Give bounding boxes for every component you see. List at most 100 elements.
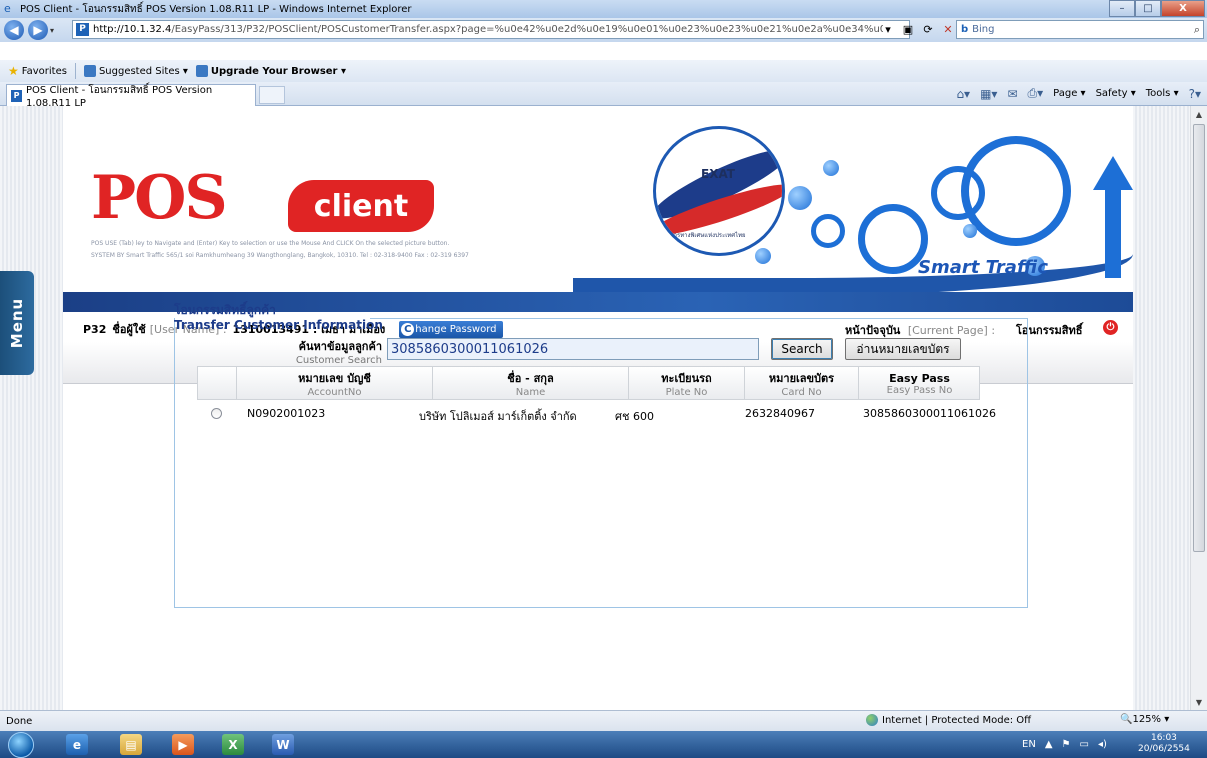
dot-decoration — [788, 186, 812, 210]
search-icon[interactable]: ⌕ — [1194, 23, 1200, 37]
arrow-up-icon — [1093, 156, 1133, 190]
read-card-button[interactable]: อ่านหมายเลขบัตร — [845, 338, 961, 360]
media-player-taskbar-icon[interactable]: ▶ — [172, 734, 194, 755]
customer-search-label: ค้นหาข้อมูลลูกค้า Customer Search — [295, 340, 382, 366]
dot-decoration — [963, 224, 977, 238]
favorites-button[interactable]: ★ Favorites — [8, 64, 67, 78]
network-icon[interactable]: ▭ — [1079, 739, 1088, 750]
start-button[interactable] — [8, 732, 34, 758]
scroll-thumb[interactable] — [1193, 124, 1205, 552]
tab-bar: P POS Client - โอนกรรมสิทธิ์ POS Version… — [0, 82, 1207, 109]
home-icon[interactable]: ⌂▾ — [956, 87, 970, 101]
column-header-plate[interactable]: ทะเบียนรถ Plate No — [628, 367, 744, 400]
column-header-easypass[interactable]: Easy Pass Easy Pass No — [858, 367, 980, 400]
window-controls: – □ X — [1109, 0, 1205, 17]
globe-icon — [866, 714, 878, 726]
folder-taskbar-icon[interactable]: ▤ — [120, 734, 142, 755]
url-text: http://10.1.32.4/EasyPass/313/P32/POSCli… — [93, 24, 883, 35]
search-button[interactable]: Search — [771, 338, 833, 360]
logout-power-icon[interactable]: ⏻ — [1103, 320, 1118, 335]
side-menu-tab[interactable]: Menu — [0, 271, 34, 375]
cell-easypass: 3085860300011061026 — [863, 407, 996, 420]
status-text: Done — [6, 715, 33, 727]
help-icon[interactable]: ?▾ — [1189, 87, 1201, 101]
system-tray: EN ▲ ⚑ ▭ ◂) — [1022, 731, 1107, 758]
dropdown-icon[interactable]: ▾ — [880, 21, 896, 37]
mail-icon[interactable]: ✉ — [1007, 87, 1017, 101]
new-tab-button[interactable] — [259, 86, 285, 104]
banner-company-info: SYSTEM BY Smart Traffic 565/1 soi Ramkhu… — [91, 252, 469, 259]
back-button[interactable]: ◀ — [4, 20, 24, 40]
vertical-scrollbar[interactable]: ▲ ▼ — [1190, 106, 1207, 710]
internet-explorer-taskbar-icon[interactable]: e — [66, 734, 88, 755]
client-logo: client — [288, 180, 434, 232]
column-header-card[interactable]: หมายเลขบัตร Card No — [744, 367, 858, 400]
maximize-button[interactable]: □ — [1135, 0, 1161, 17]
section-title: Transfer Customer Information — [174, 318, 383, 332]
cell-account: N0902001023 — [247, 407, 326, 420]
exat-logo-text: EXAT — [701, 167, 735, 181]
stop-icon[interactable]: ✕ — [940, 21, 956, 37]
table-header: หมายเลข บัญชี AccountNo ชื่อ - สกุล Name ท… — [197, 366, 980, 400]
dot-decoration — [755, 248, 771, 264]
banner-instructions: POS USE (Tab) ley to Navigate and (Enter… — [91, 240, 450, 247]
command-bar: ⌂▾ ▦▾ ✉ ⎙▾ Page ▾ Safety ▾ Tools ▾ ?▾ — [956, 86, 1201, 101]
url-field[interactable]: P http://10.1.32.4/EasyPass/313/P32/POSC… — [72, 20, 910, 39]
suggested-sites-icon — [83, 65, 96, 77]
action-center-icon[interactable]: ⚑ — [1062, 739, 1071, 750]
ring-decoration — [961, 136, 1071, 246]
zoom-level[interactable]: 🔍125% ▾ — [1120, 714, 1169, 725]
address-bar: ◀ ▶ ▾ P http://10.1.32.4/EasyPass/313/P3… — [0, 18, 1207, 42]
forward-button[interactable]: ▶ — [28, 20, 48, 40]
suggested-sites-link[interactable]: Suggested Sites ▾ — [83, 65, 188, 77]
page-icon: P — [11, 89, 23, 102]
arrow-shaft — [1105, 188, 1121, 278]
clock[interactable]: 16:03 20/06/2554 — [1138, 733, 1190, 755]
page-menu[interactable]: Page ▾ — [1053, 88, 1085, 99]
station-id: P32 — [83, 322, 107, 336]
close-button[interactable]: X — [1161, 0, 1205, 17]
divider — [74, 63, 76, 79]
banner-swoosh — [573, 226, 1133, 296]
exat-logo: EXAT การทางพิเศษแห่งประเทศไทย — [653, 126, 785, 256]
status-bar: Done Internet | Protected Mode: Off 🔍125… — [0, 710, 1207, 731]
print-icon[interactable]: ⎙▾ — [1028, 86, 1044, 101]
windows-taskbar: e ▤ ▶ X W EN ▲ ⚑ ▭ ◂) 16:03 20/06/2554 — [0, 731, 1207, 758]
address-tools: ▾ ▣ ⟳ ✕ — [880, 21, 956, 37]
tools-menu[interactable]: Tools ▾ — [1146, 88, 1179, 99]
safety-menu[interactable]: Safety ▾ — [1096, 88, 1136, 99]
compatibility-view-icon[interactable]: ▣ — [900, 21, 916, 37]
row-select-radio[interactable] — [211, 408, 222, 419]
table-row[interactable]: N0902001023 บริษัท โปลิเมอส์ มาร์เก็ตติ้… — [197, 404, 996, 424]
cell-plate: ศช 600 — [615, 410, 654, 423]
word-taskbar-icon[interactable]: W — [272, 734, 294, 755]
left-background — [0, 106, 63, 710]
volume-icon[interactable]: ◂) — [1098, 739, 1107, 750]
upgrade-browser-link[interactable]: Upgrade Your Browser ▾ — [195, 65, 346, 77]
minimize-button[interactable]: – — [1109, 0, 1135, 17]
column-header-account[interactable]: หมายเลข บัญชี AccountNo — [236, 367, 432, 400]
language-indicator[interactable]: EN — [1022, 739, 1036, 750]
tab-pos-client[interactable]: P POS Client - โอนกรรมสิทธิ์ POS Version… — [6, 84, 256, 109]
star-icon: ★ — [8, 64, 19, 78]
upgrade-browser-icon — [195, 65, 208, 77]
bing-icon: b — [961, 24, 969, 35]
scroll-down-icon[interactable]: ▼ — [1191, 694, 1207, 710]
scroll-up-icon[interactable]: ▲ — [1191, 106, 1207, 122]
column-header-name[interactable]: ชื่อ - สกุล Name — [432, 367, 628, 400]
page-icon: P — [76, 23, 89, 36]
ring-decoration — [811, 214, 845, 248]
history-dropdown-icon[interactable]: ▾ — [50, 26, 60, 35]
feeds-icon[interactable]: ▦▾ — [980, 87, 997, 101]
excel-taskbar-icon[interactable]: X — [222, 734, 244, 755]
bing-search-field[interactable]: b Bing ⌕ — [956, 20, 1204, 39]
customer-search-input[interactable] — [387, 338, 759, 360]
tray-expand-icon[interactable]: ▲ — [1045, 739, 1053, 750]
dot-decoration — [823, 160, 839, 176]
user-name-label: ชื่อผู้ใช้ — [112, 323, 146, 336]
window-title: POS Client - โอนกรรมสิทธิ์ POS Version 1… — [20, 3, 412, 15]
exat-logo-subtext: การทางพิเศษแห่งประเทศไทย — [670, 232, 746, 239]
smart-traffic-logo: Smart Traffic — [918, 257, 1049, 278]
security-zone[interactable]: Internet | Protected Mode: Off — [866, 714, 1031, 726]
refresh-icon[interactable]: ⟳ — [920, 21, 936, 37]
